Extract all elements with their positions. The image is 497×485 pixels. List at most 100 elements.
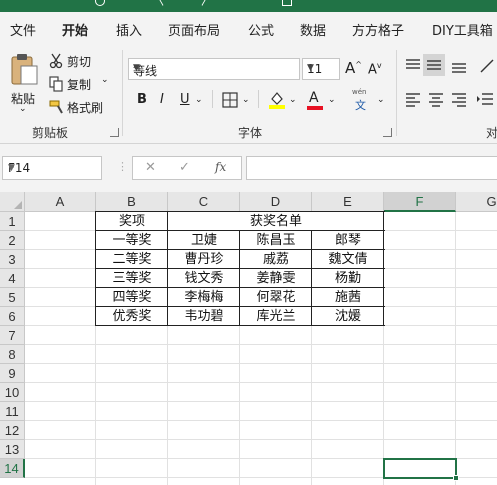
- row-header-13[interactable]: 13: [0, 440, 25, 459]
- select-all-icon: [14, 201, 22, 209]
- italic-button[interactable]: I: [160, 92, 164, 107]
- table-cell[interactable]: 李梅梅: [168, 288, 240, 307]
- tab-insert[interactable]: 插入: [116, 20, 142, 39]
- bold-button[interactable]: B: [137, 92, 147, 107]
- paste-button[interactable]: 粘贴 ⌄: [6, 50, 42, 116]
- enter-icon[interactable]: ✓: [179, 160, 190, 175]
- redo-icon[interactable]: [192, 0, 208, 6]
- row-header-3[interactable]: 3: [0, 250, 25, 269]
- phonetic-guide-button[interactable]: wén 文: [350, 88, 374, 112]
- column-header-g[interactable]: G: [456, 192, 497, 212]
- row-header-5[interactable]: 5: [0, 288, 25, 307]
- table-cell[interactable]: 一等奖: [96, 231, 168, 250]
- column-header-a[interactable]: A: [25, 192, 96, 212]
- row-header-7[interactable]: 7: [0, 326, 25, 345]
- align-right-icon[interactable]: [450, 92, 468, 108]
- shrink-font-button[interactable]: Av: [368, 61, 382, 77]
- tab-data[interactable]: 数据: [300, 20, 326, 39]
- row-header-8[interactable]: 8: [0, 345, 25, 364]
- column-header-f[interactable]: F: [384, 192, 456, 212]
- table-cell[interactable]: 戚荔: [240, 250, 312, 269]
- table-cell[interactable]: 郎琴: [312, 231, 384, 250]
- chevron-down-icon[interactable]: ⌄: [242, 95, 250, 105]
- table-cell[interactable]: 何翠花: [240, 288, 312, 307]
- undo-icon[interactable]: [157, 0, 173, 6]
- table-cell[interactable]: 杨勤: [312, 269, 384, 288]
- table-header-winners[interactable]: 获奖名单: [168, 212, 384, 231]
- grow-font-button[interactable]: A^: [345, 59, 362, 77]
- table-cell[interactable]: 库光兰: [240, 307, 312, 326]
- chevron-down-icon[interactable]: ⌄: [328, 95, 336, 105]
- tab-page-layout[interactable]: 页面布局: [168, 20, 220, 39]
- underline-button[interactable]: U: [180, 92, 190, 107]
- align-middle-button[interactable]: [423, 54, 445, 76]
- save-icon[interactable]: [95, 0, 105, 6]
- cut-button[interactable]: 剪切: [47, 52, 107, 70]
- tab-formulas[interactable]: 公式: [248, 20, 274, 39]
- table-cell[interactable]: 优秀奖: [96, 307, 168, 326]
- cancel-icon[interactable]: ✕: [145, 160, 156, 175]
- fill-handle[interactable]: [453, 475, 459, 481]
- chevron-down-icon[interactable]: ⌄: [289, 95, 297, 105]
- row-header-12[interactable]: 12: [0, 421, 25, 440]
- name-box[interactable]: F14 ▼: [2, 156, 102, 180]
- table-cell[interactable]: 二等奖: [96, 250, 168, 269]
- chevron-down-icon[interactable]: ⌄: [377, 95, 385, 105]
- row-header-1[interactable]: 1: [0, 212, 25, 231]
- column-header-b[interactable]: B: [96, 192, 168, 212]
- row-header-2[interactable]: 2: [0, 231, 25, 250]
- row-header-11[interactable]: 11: [0, 402, 25, 421]
- tab-diy-toolbox[interactable]: DIY工具箱: [432, 20, 493, 39]
- dialog-launcher-icon[interactable]: [110, 128, 119, 137]
- column-header-c[interactable]: C: [168, 192, 240, 212]
- row-header-14[interactable]: 14: [0, 459, 25, 478]
- tab-fangfang[interactable]: 方方格子: [352, 20, 404, 39]
- font-color-button[interactable]: A: [306, 88, 324, 110]
- formula-input[interactable]: [246, 156, 497, 180]
- gridline: [25, 363, 497, 364]
- format-painter-button[interactable]: 格式刷: [47, 98, 111, 116]
- group-separator: [122, 50, 123, 136]
- column-header-e[interactable]: E: [312, 192, 384, 212]
- table-header-award[interactable]: 奖项: [96, 212, 168, 231]
- insert-function-icon[interactable]: fx: [215, 160, 226, 174]
- dialog-launcher-icon[interactable]: [383, 128, 392, 137]
- paste-icon: [11, 54, 38, 85]
- table-cell[interactable]: 韦功碧: [168, 307, 240, 326]
- align-bottom-icon[interactable]: [450, 58, 468, 74]
- select-all-corner[interactable]: [0, 192, 25, 212]
- table-cell[interactable]: 卫婕: [168, 231, 240, 250]
- table-cell[interactable]: 钱文秀: [168, 269, 240, 288]
- table-cell[interactable]: 姜静雯: [240, 269, 312, 288]
- align-center-icon[interactable]: [427, 92, 445, 108]
- indent-icon[interactable]: [476, 92, 494, 108]
- table-cell[interactable]: 魏文倩: [312, 250, 384, 269]
- grow-font-label: A: [345, 59, 356, 77]
- chevron-down-icon[interactable]: ⌄: [195, 95, 203, 105]
- font-name-select[interactable]: 等线 ▼: [128, 58, 300, 80]
- table-cell[interactable]: 三等奖: [96, 269, 168, 288]
- selected-cell-f14[interactable]: [383, 458, 457, 479]
- align-top-icon[interactable]: [404, 58, 422, 74]
- table-cell[interactable]: 曹丹珍: [168, 250, 240, 269]
- font-size-select[interactable]: 11 ▼: [302, 58, 340, 80]
- borders-icon[interactable]: [222, 92, 238, 108]
- tab-home[interactable]: 开始: [62, 20, 88, 39]
- row-header-10[interactable]: 10: [0, 383, 25, 402]
- row-header-6[interactable]: 6: [0, 307, 25, 326]
- orientation-icon[interactable]: [478, 58, 496, 74]
- fill-color-icon[interactable]: [268, 90, 286, 110]
- quick-access-icon[interactable]: [282, 0, 292, 6]
- copy-button[interactable]: 复制 ⌄: [47, 75, 113, 93]
- table-cell[interactable]: 沈媛: [312, 307, 384, 326]
- gridline: [25, 344, 497, 345]
- row-header-9[interactable]: 9: [0, 364, 25, 383]
- drag-handle-icon[interactable]: ⋮: [117, 160, 128, 173]
- tab-file[interactable]: 文件: [10, 20, 36, 39]
- column-header-d[interactable]: D: [240, 192, 312, 212]
- table-cell[interactable]: 陈昌玉: [240, 231, 312, 250]
- table-cell[interactable]: 施茜: [312, 288, 384, 307]
- align-left-icon[interactable]: [404, 92, 422, 108]
- row-header-4[interactable]: 4: [0, 269, 25, 288]
- table-cell[interactable]: 四等奖: [96, 288, 168, 307]
